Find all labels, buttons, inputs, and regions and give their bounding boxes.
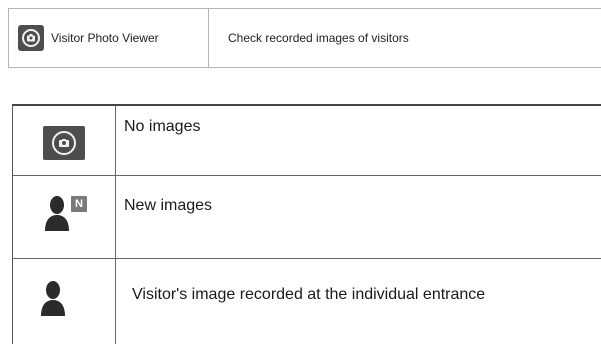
legend-icon-cell <box>13 106 116 175</box>
legend-label: No images <box>124 118 201 135</box>
icon-legend-table: No images N New images Visitor's image r… <box>12 104 601 344</box>
legend-label: Visitor's image recorded at the individu… <box>132 286 486 303</box>
camera-icon <box>43 126 85 160</box>
legend-label: New images <box>124 197 213 214</box>
app-cell: Visitor Photo Viewer <box>9 9 209 67</box>
legend-row-new-images: N New images <box>13 176 601 259</box>
new-badge: N <box>71 196 87 212</box>
app-info-strip: Visitor Photo Viewer Check recorded imag… <box>8 8 601 68</box>
legend-row-no-images: No images <box>13 106 601 176</box>
legend-icon-cell <box>13 259 116 344</box>
app-name: Visitor Photo Viewer <box>51 31 159 45</box>
legend-icon-cell: N <box>13 176 116 258</box>
person-icon <box>38 279 68 317</box>
app-description: Check recorded images of visitors <box>228 31 409 45</box>
person-icon <box>42 194 72 232</box>
legend-row-visitor-image: Visitor's image recorded at the individu… <box>13 259 601 344</box>
camera-icon <box>18 25 44 51</box>
